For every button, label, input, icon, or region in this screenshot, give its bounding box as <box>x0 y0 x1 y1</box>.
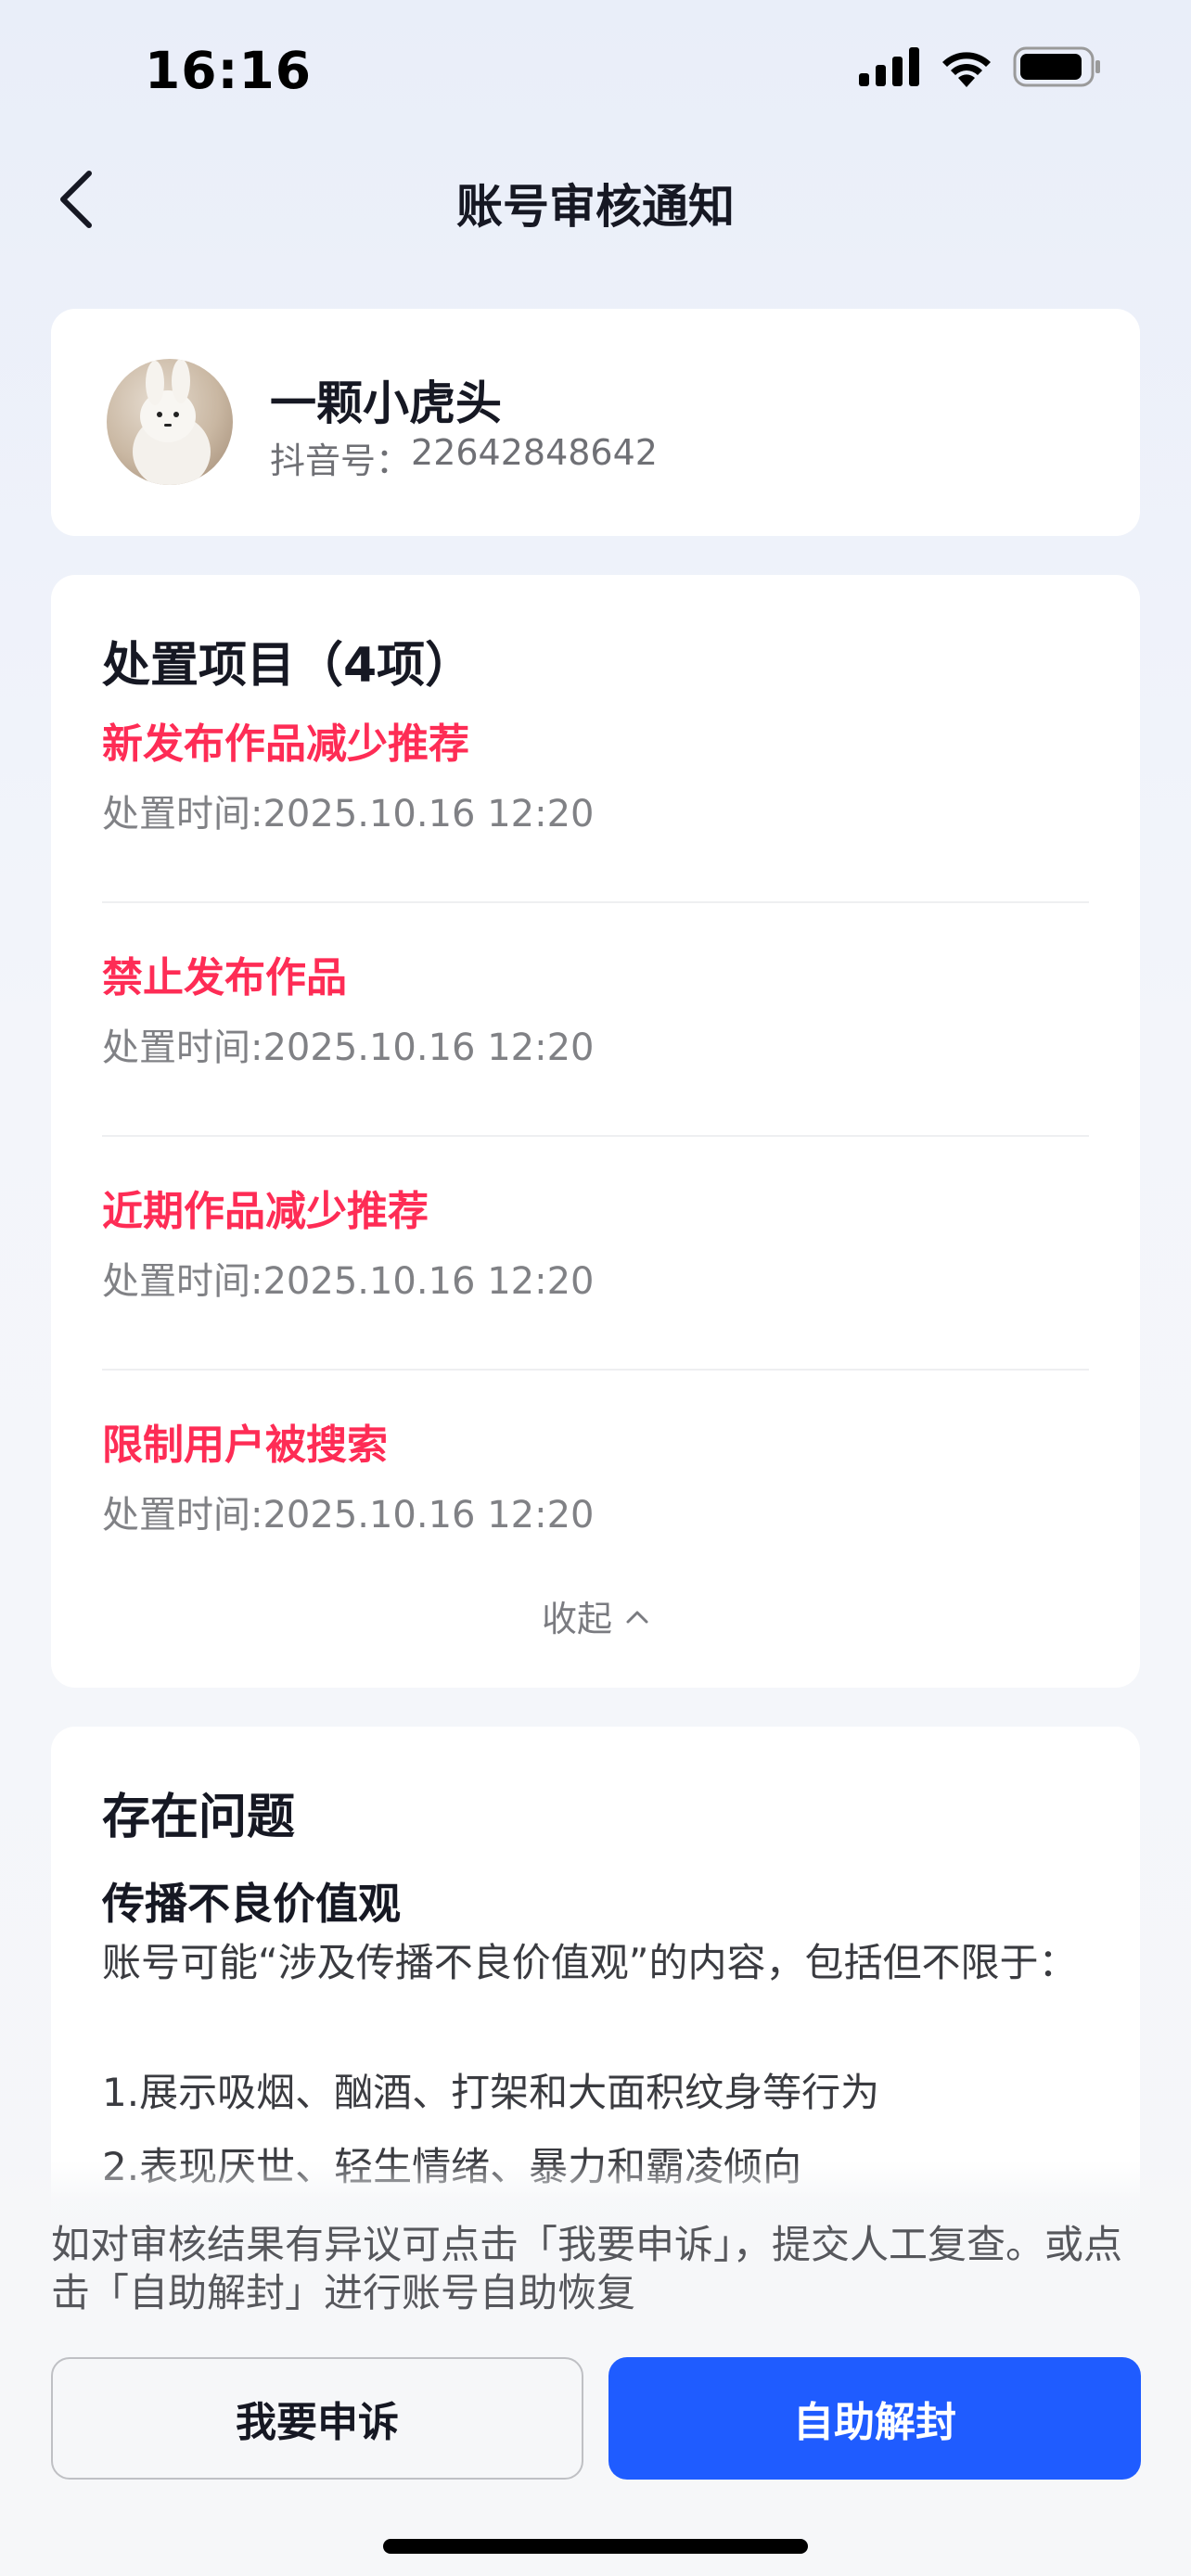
action-item: 禁止发布作品 处置时间:2025.10.16 12:20 <box>102 950 1089 1073</box>
profile-id: 抖音号： 22642848642 <box>270 432 658 483</box>
profile-name: 一颗小虎头 <box>270 376 502 430</box>
bottom-panel: 如对审核结果有异议可点击「我要申诉」，提交人工复查。或点击「自助解封」进行账号自… <box>0 2161 1191 2576</box>
action-name: 新发布作品减少推荐 <box>102 721 469 768</box>
nav-bar: 账号审核通知 <box>0 153 1191 246</box>
action-name: 限制用户被搜索 <box>102 1422 388 1469</box>
appeal-button[interactable]: 我要申诉 <box>51 2357 583 2480</box>
home-indicator[interactable] <box>383 2539 808 2554</box>
actions-card: 处置项目（4项） 新发布作品减少推荐 处置时间:2025.10.16 12:20… <box>51 575 1140 1688</box>
action-time: 处置时间:2025.10.16 12:20 <box>102 1027 595 1069</box>
collapse-button[interactable]: 收起 <box>51 1590 1140 1641</box>
divider <box>102 1369 1089 1371</box>
divider <box>102 1135 1089 1137</box>
collapse-label: 收起 <box>541 1599 612 1639</box>
status-time: 16:16 <box>145 41 313 100</box>
action-time: 处置时间:2025.10.16 12:20 <box>102 1260 595 1303</box>
action-item: 近期作品减少推荐 处置时间:2025.10.16 12:20 <box>102 1184 1089 1307</box>
issue-title: 存在问题 <box>102 1790 296 1845</box>
status-bar: 16:16 <box>0 0 1191 139</box>
wifi-icon <box>942 52 991 87</box>
action-item: 新发布作品减少推荐 处置时间:2025.10.16 12:20 <box>102 717 1089 839</box>
bottom-note: 如对审核结果有异议可点击「我要申诉」，提交人工复查。或点击「自助解封」进行账号自… <box>51 2222 1123 2315</box>
divider <box>102 901 1089 903</box>
action-time: 处置时间:2025.10.16 12:20 <box>102 1494 595 1537</box>
chevron-up-icon <box>626 1611 648 1623</box>
status-icons <box>859 46 1102 87</box>
profile-card: 一颗小虎头 抖音号： 22642848642 <box>51 309 1140 536</box>
issue-description: 账号可能“涉及传播不良价值观”的内容，包括但不限于： <box>102 1940 1078 1985</box>
profile-id-value: 22642848642 <box>411 432 658 473</box>
issue-subtitle: 传播不良价值观 <box>102 1879 401 1929</box>
action-item: 限制用户被搜索 处置时间:2025.10.16 12:20 <box>102 1418 1089 1540</box>
signal-icon <box>859 47 919 86</box>
profile-id-label: 抖音号： <box>270 440 412 481</box>
actions-title: 处置项目（4项） <box>102 638 474 694</box>
action-name: 近期作品减少推荐 <box>102 1188 429 1235</box>
page-title: 账号审核通知 <box>456 180 735 234</box>
issue-line: 1.展示吸烟、酗酒、打架和大面积纹身等行为 <box>102 2070 880 2115</box>
avatar[interactable] <box>107 359 233 485</box>
unblock-button[interactable]: 自助解封 <box>608 2357 1141 2480</box>
action-name: 禁止发布作品 <box>102 954 347 1001</box>
action-time: 处置时间:2025.10.16 12:20 <box>102 793 595 835</box>
battery-icon <box>1013 46 1100 87</box>
